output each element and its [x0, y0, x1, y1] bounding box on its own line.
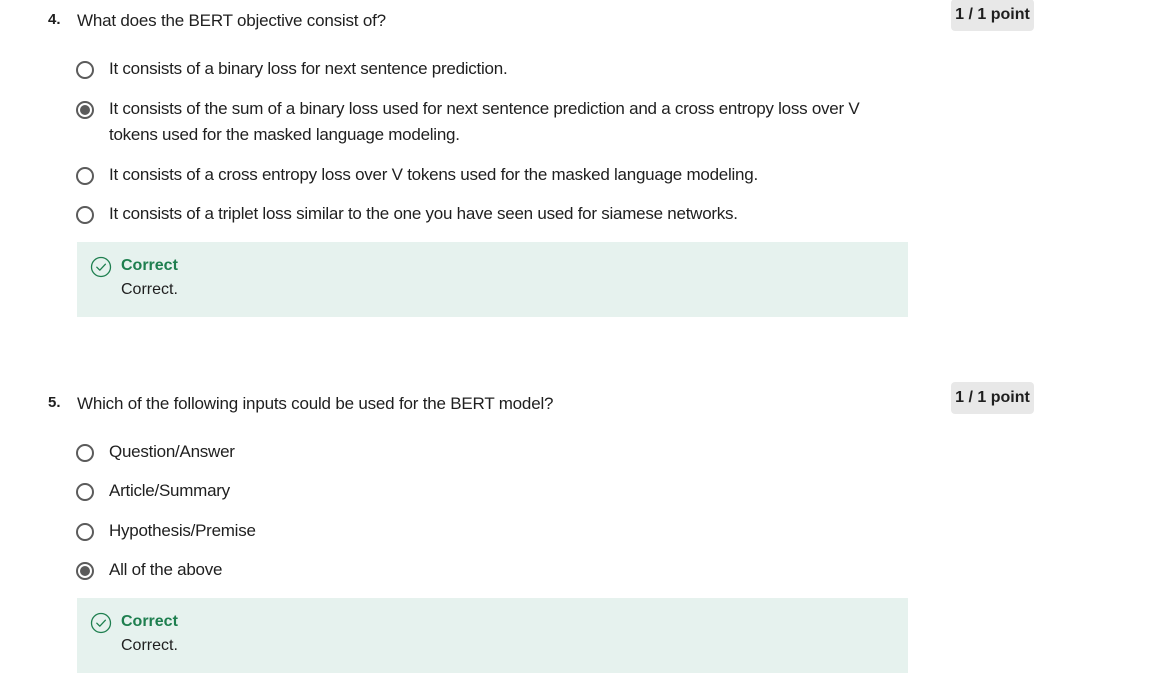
question-number: 4.	[48, 11, 61, 28]
option-4[interactable]: All of the above	[76, 560, 869, 583]
option-1[interactable]: Question/Answer	[76, 442, 869, 465]
option-label: It consists of the sum of a binary loss …	[109, 99, 860, 144]
feedback-box: Correct Correct.	[77, 242, 908, 317]
question-text: Which of the following inputs could be u…	[77, 394, 554, 413]
option-label: Article/Summary	[109, 481, 230, 500]
feedback-title: Correct	[121, 613, 178, 630]
option-label: All of the above	[109, 560, 223, 579]
feedback-text: Correct.	[121, 637, 178, 654]
option-3[interactable]: It consists of a cross entropy loss over…	[76, 165, 869, 188]
option-1[interactable]: It consists of a binary loss for next se…	[76, 59, 869, 82]
option-label: Question/Answer	[109, 442, 235, 461]
question-text: What does the BERT objective consist of?	[77, 11, 386, 30]
question-number: 5.	[48, 394, 61, 411]
option-label: It consists of a triplet loss similar to…	[109, 204, 738, 223]
option-4[interactable]: It consists of a triplet loss similar to…	[76, 204, 869, 227]
feedback-title: Correct	[121, 257, 178, 274]
option-label: It consists of a binary loss for next se…	[109, 59, 508, 78]
option-3[interactable]: Hypothesis/Premise	[76, 521, 869, 544]
points-badge: 1 / 1 point	[951, 0, 1034, 31]
feedback-box: Correct Correct.	[77, 598, 908, 673]
option-2[interactable]: Article/Summary	[76, 481, 869, 504]
radio-unchecked-icon[interactable]	[76, 523, 94, 541]
radio-unchecked-icon[interactable]	[76, 206, 94, 224]
points-badge: 1 / 1 point	[951, 382, 1034, 414]
radio-unchecked-icon[interactable]	[76, 167, 94, 185]
radio-checked-icon[interactable]	[76, 101, 94, 119]
check-circle-icon	[90, 256, 112, 278]
option-label: It consists of a cross entropy loss over…	[109, 165, 758, 184]
radio-checked-icon[interactable]	[76, 562, 94, 580]
radio-unchecked-icon[interactable]	[76, 444, 94, 462]
option-label: Hypothesis/Premise	[109, 521, 256, 540]
feedback-text: Correct.	[121, 281, 178, 298]
option-2[interactable]: It consists of the sum of a binary loss …	[76, 99, 869, 148]
radio-unchecked-icon[interactable]	[76, 61, 94, 79]
check-circle-icon	[90, 612, 112, 634]
radio-unchecked-icon[interactable]	[76, 483, 94, 501]
